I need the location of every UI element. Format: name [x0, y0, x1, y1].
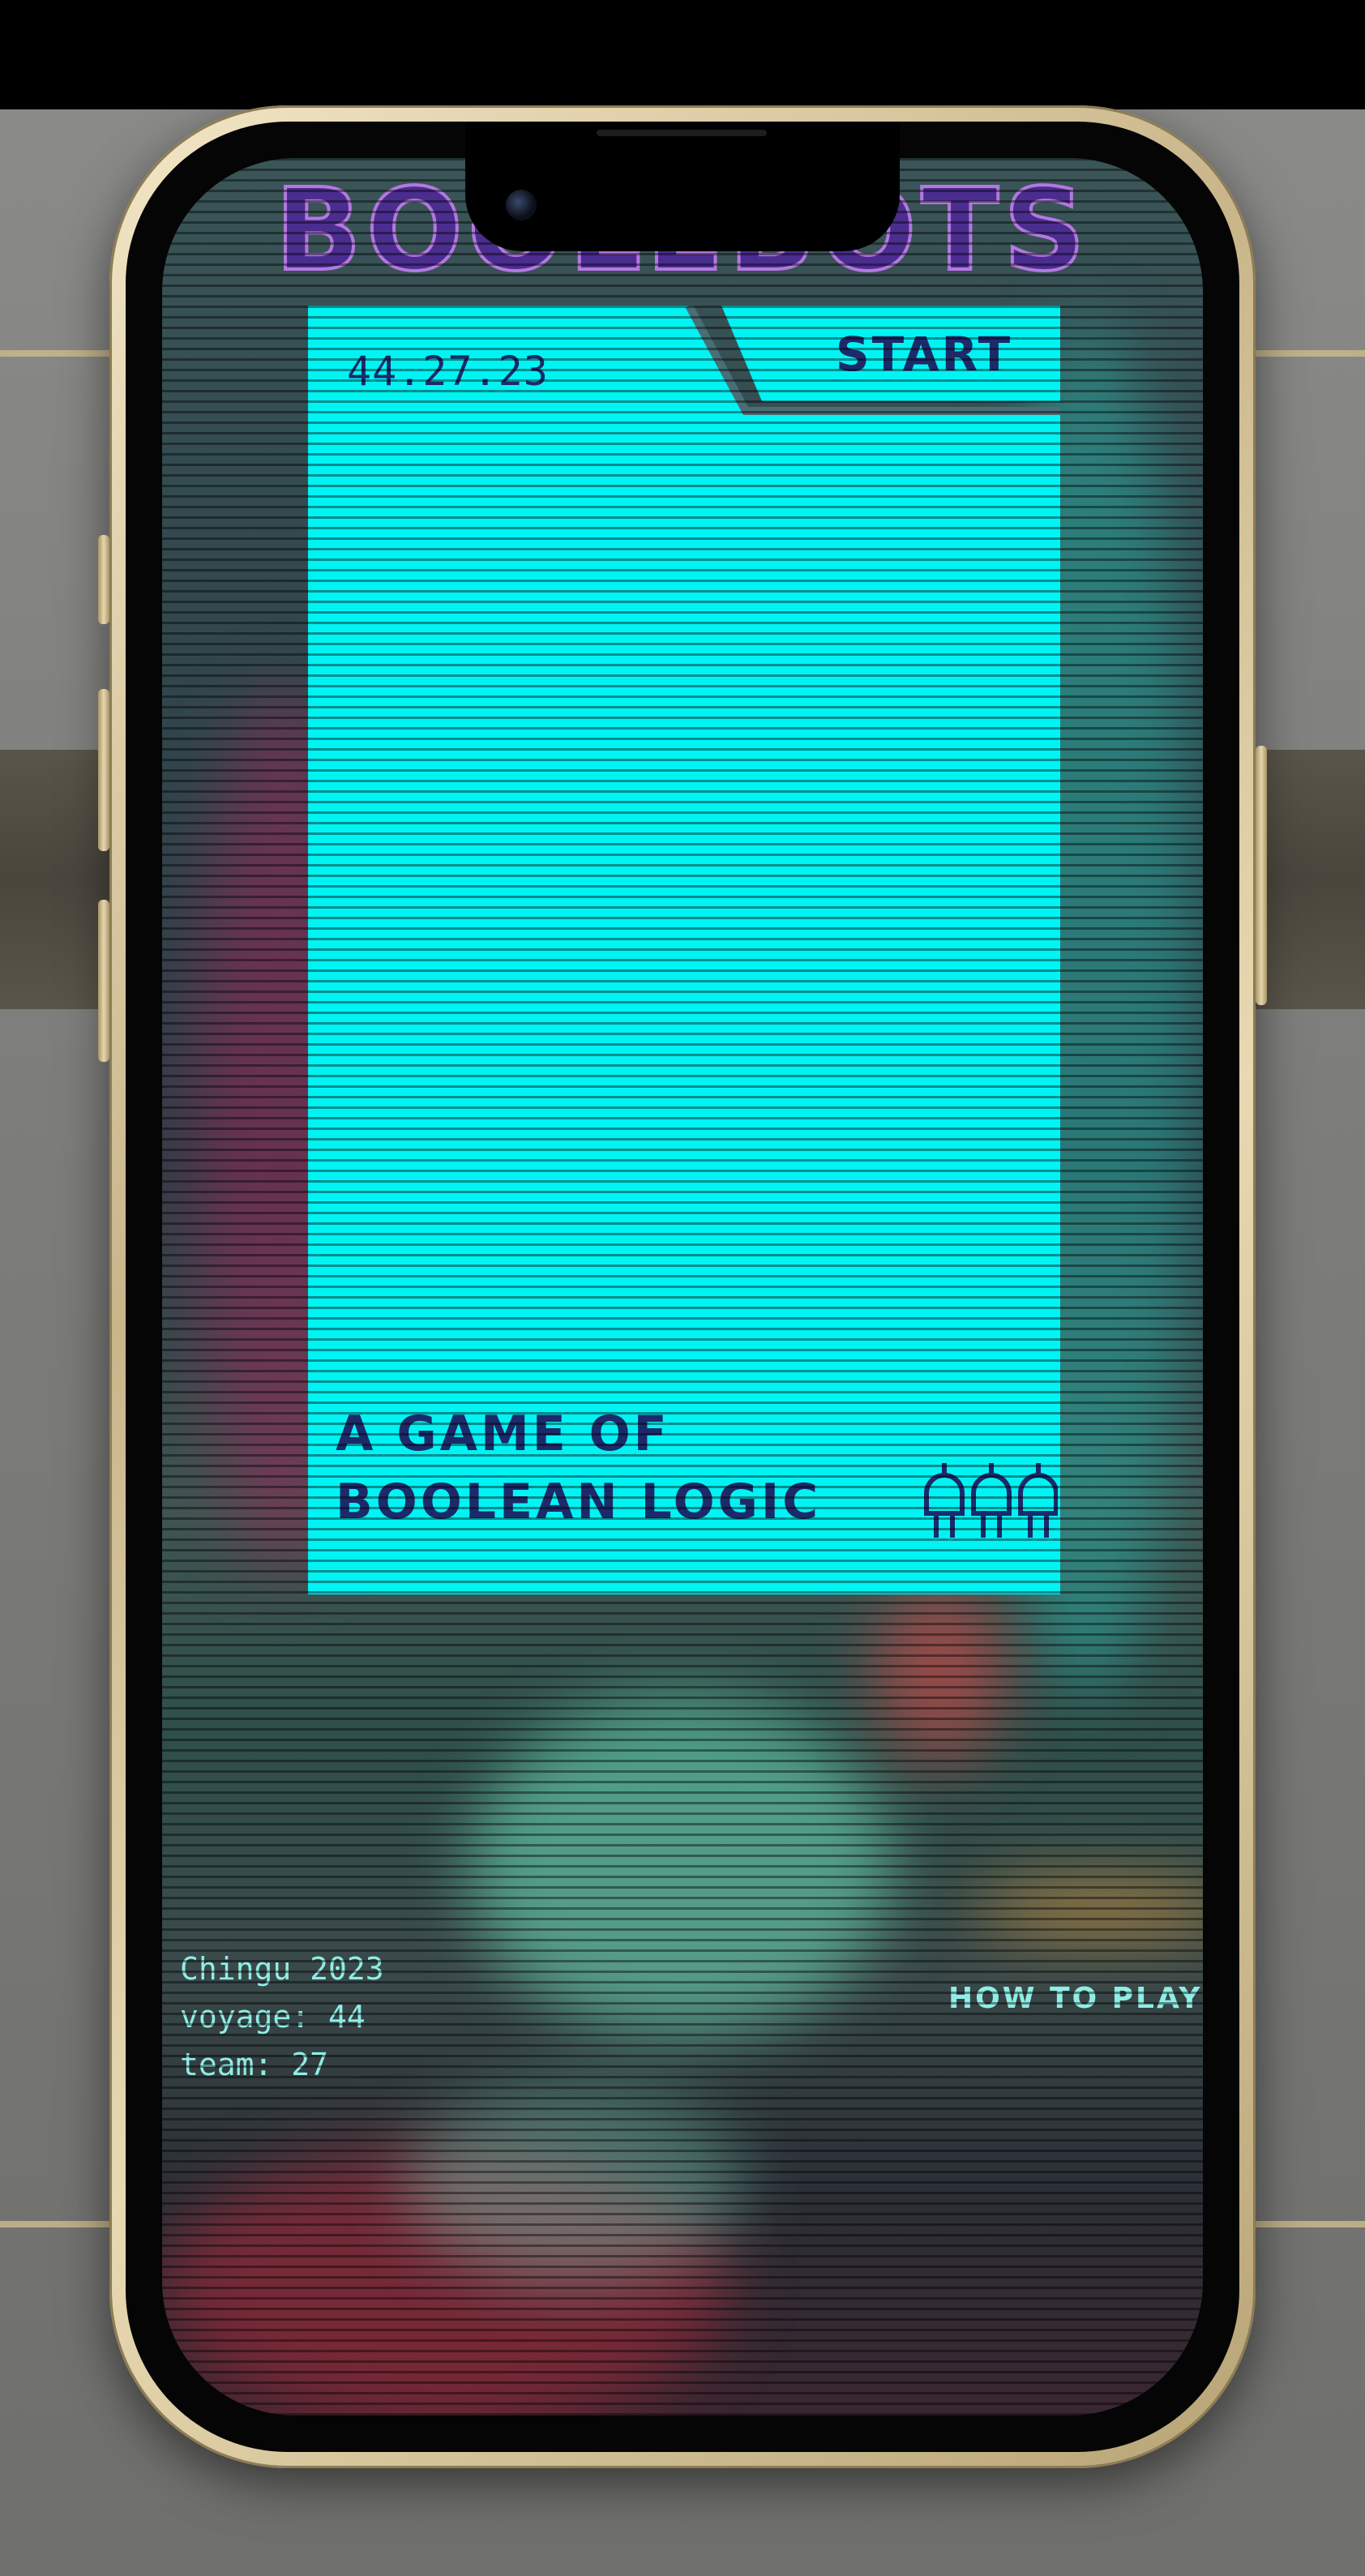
camera-icon: [506, 190, 537, 220]
power-button: [1256, 746, 1267, 1005]
credit-line: Chingu 2023: [180, 1951, 384, 1987]
game-screen: BOOLEBOTS 44.27.23 START A GAME OF BOOLE…: [162, 158, 1203, 2416]
how-to-play-link[interactable]: HOW TO PLAY: [948, 1982, 1202, 2015]
plug-icon: [1018, 1463, 1058, 1538]
speaker-grille: [597, 130, 767, 136]
bulbs-group: [924, 1463, 1058, 1538]
credit-line: voyage: 44: [180, 1999, 366, 2035]
plug-icon: [924, 1463, 965, 1538]
tagline-line: BOOLEAN LOGIC: [336, 1474, 822, 1530]
mute-switch: [98, 535, 109, 624]
credits: Chingu 2023 voyage: 44 team: 27: [180, 1945, 384, 2089]
volume-up-button: [98, 689, 109, 851]
date-label: 44.27.23: [347, 348, 549, 395]
volume-down-button: [98, 900, 109, 1062]
background-sign: [875, 1585, 1005, 1763]
background-light: [470, 1698, 892, 2039]
tagline: A GAME OF BOOLEAN LOGIC: [336, 1400, 862, 1536]
title-card: 44.27.23 START A GAME OF BOOLEAN LOGIC: [308, 306, 1060, 1594]
plug-icon: [971, 1463, 1012, 1538]
phone-notch: [465, 122, 900, 251]
backdrop-top: [0, 0, 1365, 109]
tagline-line: A GAME OF: [336, 1406, 670, 1462]
background-vehicle: [405, 2087, 746, 2282]
credit-line: team: 27: [180, 2047, 329, 2082]
start-button[interactable]: START: [794, 314, 1054, 395]
background-light: [973, 1885, 1203, 1933]
